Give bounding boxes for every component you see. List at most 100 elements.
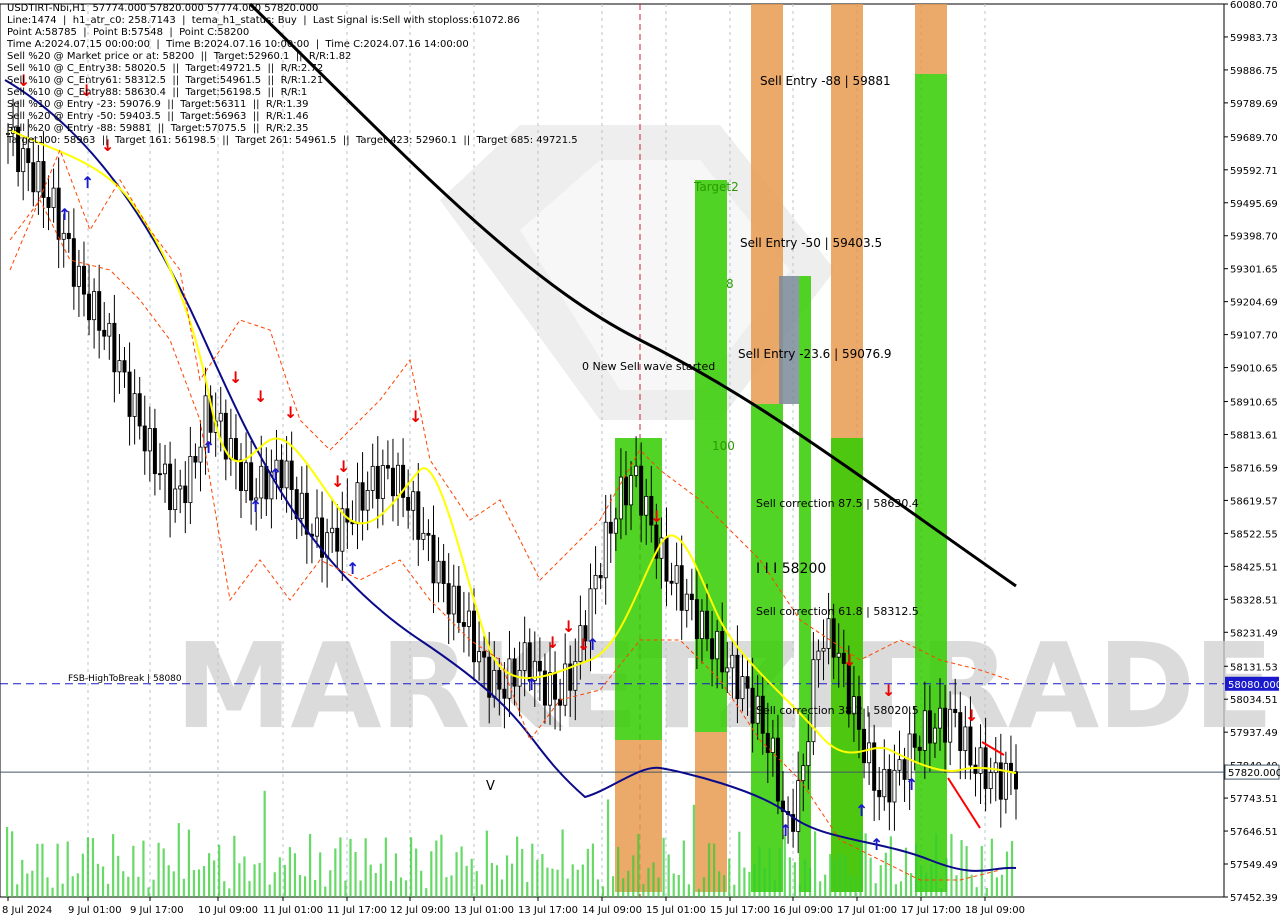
y-tick-label: 58716.59 [1230, 463, 1278, 474]
candle-body [360, 482, 365, 511]
volume-bar [536, 859, 539, 897]
candle-body [36, 161, 41, 193]
volume-bar [647, 867, 650, 897]
candle-body [482, 651, 487, 658]
volume-bar [283, 865, 286, 897]
volume-bar [632, 855, 635, 897]
candle-body [431, 534, 436, 584]
volume-bar [465, 865, 468, 897]
volume-bar [677, 874, 680, 897]
candle-body [102, 329, 107, 337]
volume-bar [657, 877, 660, 897]
candle-body [355, 482, 360, 525]
candle-body [608, 521, 613, 534]
candle-body [963, 726, 968, 752]
volume-bar [21, 859, 24, 897]
volume-bar [480, 884, 483, 897]
volume-bar [51, 887, 54, 897]
volume-bar [1010, 841, 1014, 897]
candle-body [958, 712, 963, 752]
volume-bar [985, 887, 988, 897]
volume-bar [516, 836, 519, 897]
volume-bar [849, 874, 852, 897]
volume-bar [819, 881, 822, 897]
sell-arrow-icon: ↓ [546, 633, 559, 652]
volume-bar [526, 881, 529, 897]
y-tick-label: 59495.69 [1230, 199, 1278, 210]
volume-bar [738, 831, 741, 897]
sell-arrow-icon: ↓ [843, 651, 856, 670]
x-tick-label: 15 Jul 17:00 [710, 905, 770, 916]
candle-body [740, 676, 745, 700]
y-tick-label: 58034.51 [1230, 695, 1278, 706]
candle-body [943, 707, 948, 743]
candle-body [765, 732, 770, 753]
candle-body [61, 232, 66, 240]
candle-body [390, 467, 395, 497]
volume-bar [945, 857, 948, 897]
volume-bar [197, 869, 201, 897]
x-tick-label: 13 Jul 01:00 [454, 905, 514, 916]
volume-bar [61, 883, 64, 897]
volume-bar [404, 880, 408, 897]
candle-body [679, 565, 684, 611]
volume-bar [707, 843, 711, 897]
info-line: Sell %20 @ Entry -50: 59403.5 || Target:… [7, 111, 309, 122]
volume-bar [773, 880, 776, 897]
volume-bar [127, 876, 130, 897]
volume-bar [359, 880, 362, 897]
volume-bar [66, 841, 69, 897]
volume-bar [182, 878, 185, 897]
y-tick-label: 59983.73 [1230, 33, 1278, 44]
volume-bar [278, 857, 281, 897]
volume-bar [132, 845, 135, 897]
volume-bar [425, 888, 428, 897]
sell-arrow-icon: ↓ [409, 407, 422, 426]
candle-body [892, 769, 897, 803]
volume-bar [601, 886, 605, 897]
info-line: Sell %20 @ Entry -88: 59881 || Target:57… [7, 123, 309, 134]
candle-body [968, 726, 973, 766]
volume-bar [970, 874, 973, 897]
volume-bar [803, 859, 807, 897]
volume-bar [505, 855, 509, 897]
info-line: Sell %10 @ C_Entry38: 58020.5 || Target:… [7, 63, 324, 74]
candle-body [31, 162, 36, 193]
candle-body [122, 360, 127, 373]
volume-bar [258, 862, 261, 897]
candle-body [770, 737, 775, 753]
candle-body [284, 460, 289, 489]
volume-bar [788, 857, 791, 897]
volume-bar [31, 870, 34, 897]
volume-bar [263, 790, 266, 897]
y-tick-label: 59886.75 [1230, 66, 1278, 77]
volume-bar [899, 881, 903, 897]
buy-arrow-icon: ↑ [586, 635, 599, 654]
volume-bar [965, 846, 968, 897]
volume-bar [930, 864, 933, 897]
info-line: Sell %10 @ C_Entry61: 58312.5 || Target:… [7, 75, 324, 86]
info-line: Sell %10 @ C_Entry88: 58630.4 || Target:… [7, 87, 308, 98]
candle-body [416, 491, 421, 540]
volume-bar [728, 858, 731, 897]
volume-bar [238, 863, 241, 897]
volume-bar [829, 853, 832, 897]
volume-bar [824, 874, 827, 897]
candle-body [406, 497, 411, 511]
candle-body [112, 322, 117, 373]
volume-bar [1000, 874, 1004, 897]
volume-bar [56, 843, 59, 897]
volume-bar [101, 866, 105, 897]
volume-bar [662, 837, 665, 897]
volume-bar [652, 862, 655, 897]
sell-arrow-icon: ↓ [337, 457, 350, 476]
volume-bar [925, 872, 928, 897]
y-tick-label: 58131.53 [1230, 662, 1278, 673]
volume-bar [339, 837, 342, 897]
sell-arrow-icon: ↓ [965, 706, 978, 725]
volume-bar [495, 865, 499, 897]
volume-bar [142, 840, 145, 897]
volume-bar [430, 851, 433, 897]
annotation-new-sell-wave: 0 New Sell wave started [582, 360, 715, 373]
volume-bar [879, 865, 882, 897]
